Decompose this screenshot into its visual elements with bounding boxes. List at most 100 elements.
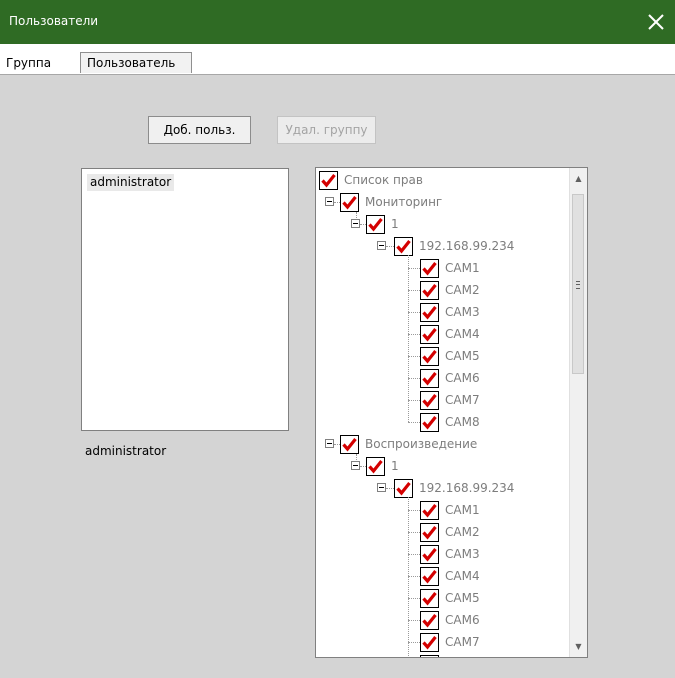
checkbox-icon[interactable] xyxy=(420,391,439,410)
checkbox-icon[interactable] xyxy=(420,369,439,388)
tree-node-label: Воспроизведение xyxy=(365,437,478,451)
close-icon[interactable] xyxy=(643,9,669,35)
tree-node-label: CAM3 xyxy=(445,547,480,561)
checkbox-icon[interactable] xyxy=(420,259,439,278)
tree-connector xyxy=(408,356,420,357)
tree-node-channel[interactable]: CAM5 xyxy=(316,589,571,611)
tree-node-label: CAM3 xyxy=(445,305,480,319)
checkbox-icon[interactable] xyxy=(420,545,439,564)
delete-group-button[interactable]: Удал. группу xyxy=(277,116,376,144)
tree-node-channel[interactable]: CAM4 xyxy=(316,567,571,589)
checkbox-icon[interactable] xyxy=(340,193,359,212)
checkbox-icon[interactable] xyxy=(420,501,439,520)
user-list[interactable]: administrator xyxy=(81,168,289,431)
tree-node-channel[interactable]: CAM2 xyxy=(316,281,571,303)
tree-node-channel[interactable]: CAM8 xyxy=(316,655,571,657)
tree-connector xyxy=(408,620,420,621)
users-dialog: Пользователи Группа Пользователь Доб. по… xyxy=(0,0,675,678)
tree-node-section[interactable]: Мониторинг xyxy=(316,193,571,215)
window-title: Пользователи xyxy=(9,14,99,28)
tree-node-channel[interactable]: CAM4 xyxy=(316,325,571,347)
tree-node-group[interactable]: 1 xyxy=(316,215,571,237)
tree-node-label: CAM6 xyxy=(445,371,480,385)
tree-node-section[interactable]: Воспроизведение xyxy=(316,435,571,457)
checkbox-icon[interactable] xyxy=(420,633,439,652)
tree-node-label: 1 xyxy=(391,459,399,473)
tree-node-channel[interactable]: CAM8 xyxy=(316,413,571,435)
expand-toggle-icon[interactable] xyxy=(351,219,360,228)
tree-connector xyxy=(386,246,394,247)
tree-node-group[interactable]: 1 xyxy=(316,457,571,479)
add-user-button[interactable]: Доб. польз. xyxy=(148,116,251,144)
tree-node-label: Мониторинг xyxy=(365,195,443,209)
selected-user-label: administrator xyxy=(85,444,167,458)
checkbox-icon[interactable] xyxy=(420,611,439,630)
checkbox-icon[interactable] xyxy=(420,413,439,432)
checkbox-icon[interactable] xyxy=(394,237,413,256)
tree-node-label: 192.168.99.234 xyxy=(419,481,515,495)
tab-group[interactable]: Группа xyxy=(2,52,74,73)
expand-toggle-icon[interactable] xyxy=(325,197,334,206)
checkbox-icon[interactable] xyxy=(420,303,439,322)
tree-connector xyxy=(360,224,366,225)
tree-node-label: CAM7 xyxy=(445,635,480,649)
tree-root[interactable]: Список прав xyxy=(316,171,571,193)
expand-toggle-icon[interactable] xyxy=(377,483,386,492)
checkbox-icon[interactable] xyxy=(319,171,338,190)
checkbox-icon[interactable] xyxy=(420,523,439,542)
scroll-up-arrow-icon[interactable]: ▲ xyxy=(570,170,587,187)
tree-connector xyxy=(408,378,420,379)
checkbox-icon[interactable] xyxy=(366,457,385,476)
checkbox-icon[interactable] xyxy=(420,655,439,657)
tree-connector xyxy=(408,642,420,643)
tree-node-label: CAM6 xyxy=(445,613,480,627)
tree-node-device[interactable]: 192.168.99.234 xyxy=(316,237,571,259)
permissions-tree[interactable]: Список прав Мониторинг 1 192.168.99.234 CAM1… xyxy=(315,167,588,658)
expand-toggle-icon[interactable] xyxy=(377,241,386,250)
tree-node-label: 192.168.99.234 xyxy=(419,239,515,253)
tree-connector xyxy=(408,268,420,269)
checkbox-icon[interactable] xyxy=(394,479,413,498)
tree-node-channel[interactable]: CAM6 xyxy=(316,369,571,391)
checkbox-icon[interactable] xyxy=(420,325,439,344)
tree-connector xyxy=(408,576,420,577)
list-item[interactable]: administrator xyxy=(87,174,175,191)
tree-node-channel[interactable]: CAM1 xyxy=(316,501,571,523)
tree-node-channel[interactable]: CAM1 xyxy=(316,259,571,281)
tree-node-label: CAM2 xyxy=(445,525,480,539)
tree-connector xyxy=(360,466,366,467)
tree-node-device[interactable]: 192.168.99.234 xyxy=(316,479,571,501)
checkbox-icon[interactable] xyxy=(366,215,385,234)
checkbox-icon[interactable] xyxy=(420,347,439,366)
tree-connector xyxy=(408,312,420,313)
tab-user[interactable]: Пользователь xyxy=(80,52,192,73)
expand-toggle-icon[interactable] xyxy=(351,461,360,470)
tree-node-label: CAM5 xyxy=(445,591,480,605)
tree-node-label: CAM8 xyxy=(445,415,480,429)
tree-node-channel[interactable]: CAM7 xyxy=(316,633,571,655)
tree-node-channel[interactable]: CAM3 xyxy=(316,545,571,567)
tree-connector xyxy=(408,290,420,291)
tree-node-channel[interactable]: CAM2 xyxy=(316,523,571,545)
checkbox-icon[interactable] xyxy=(340,435,359,454)
tree-node-channel[interactable]: CAM7 xyxy=(316,391,571,413)
checkbox-icon[interactable] xyxy=(420,567,439,586)
tree-scrollbar[interactable]: ▲ ▼ xyxy=(569,168,587,657)
tree-connector xyxy=(408,554,420,555)
tree-connector xyxy=(334,444,340,445)
tree-node-channel[interactable]: CAM3 xyxy=(316,303,571,325)
scroll-down-arrow-icon[interactable]: ▼ xyxy=(570,638,587,655)
tree-node-label: CAM5 xyxy=(445,349,480,363)
tree-node-label: 1 xyxy=(391,217,399,231)
checkbox-icon[interactable] xyxy=(420,281,439,300)
tree-connector xyxy=(334,202,340,203)
tree-connector xyxy=(408,532,420,533)
checkbox-icon[interactable] xyxy=(420,589,439,608)
tree-node-label: CAM1 xyxy=(445,503,480,517)
scrollbar-thumb[interactable] xyxy=(572,194,584,374)
tree-node-channel[interactable]: CAM6 xyxy=(316,611,571,633)
tree-node-channel[interactable]: CAM5 xyxy=(316,347,571,369)
expand-toggle-icon[interactable] xyxy=(325,439,334,448)
title-bar[interactable]: Пользователи xyxy=(0,0,675,44)
tree-connector xyxy=(408,400,420,401)
